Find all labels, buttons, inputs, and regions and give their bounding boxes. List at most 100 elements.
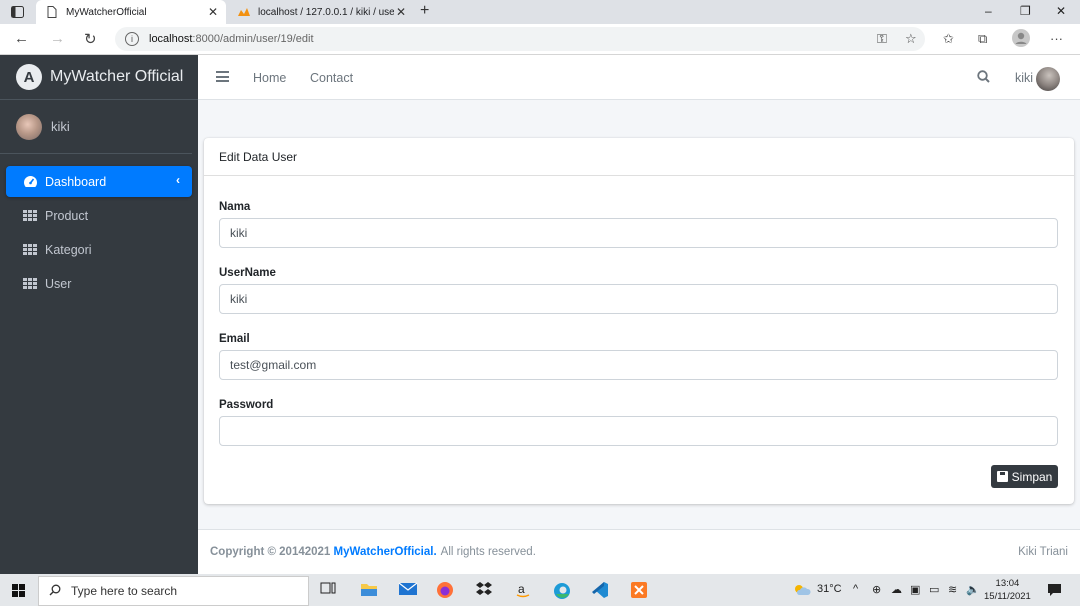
battery-icon[interactable]: ▭ [929, 583, 939, 596]
close-tab-icon[interactable]: ✕ [206, 5, 220, 19]
phpmyadmin-icon [238, 6, 250, 18]
edit-user-card: Edit Data User Nama UserName Email Passw… [204, 138, 1074, 504]
nav-link-home[interactable]: Home [253, 71, 286, 85]
email-input[interactable] [219, 350, 1058, 380]
wifi-icon[interactable]: ≋ [948, 583, 957, 596]
avatar[interactable] [1036, 67, 1060, 91]
save-button-label: Simpan [1011, 469, 1053, 484]
vscode-icon[interactable] [591, 581, 611, 599]
copyright-text: Copyright © 20142021 [210, 546, 331, 558]
sidebar-item-kategori[interactable]: Kategori [6, 234, 192, 265]
dropbox-icon[interactable] [475, 581, 495, 599]
back-icon[interactable]: ← [14, 30, 29, 47]
search-icon [49, 584, 61, 599]
display-icon[interactable]: ▣ [910, 583, 920, 596]
cloud-icon[interactable]: ☁ [891, 583, 902, 596]
file-explorer-icon[interactable] [360, 581, 380, 599]
edit-user-form: Nama UserName Email Password [204, 176, 1074, 446]
maximize-button[interactable]: ❐ [1020, 4, 1031, 18]
new-tab-button[interactable]: + [420, 2, 429, 20]
amazon-icon[interactable]: a [514, 581, 534, 599]
xampp-icon[interactable] [630, 581, 650, 599]
browser-tab[interactable]: localhost / 127.0.0.1 / kiki / user ✕ [228, 0, 414, 24]
nama-label: Nama [219, 201, 251, 213]
form-group-nama: Nama [219, 195, 1059, 248]
url-path: :8000/admin/user/19/edit [192, 33, 314, 45]
chevron-up-icon[interactable]: ^ [853, 583, 858, 595]
tray-app-icon[interactable]: ⊕ [872, 583, 881, 596]
nama-input[interactable] [219, 218, 1058, 248]
navbar-user-name[interactable]: kiki [1015, 71, 1033, 85]
sidebar-item-label: Dashboard [45, 174, 107, 189]
tab-actions-icon[interactable] [8, 4, 26, 20]
minimize-button[interactable]: – [985, 4, 992, 18]
grid-icon [22, 209, 38, 223]
sidebar-item-dashboard[interactable]: Dashboard ‹ [6, 166, 192, 197]
favorites-icon[interactable]: ✩ [943, 31, 954, 47]
username-input[interactable] [219, 284, 1058, 314]
grid-icon [22, 277, 38, 291]
taskbar-search-placeholder: Type here to search [71, 584, 178, 598]
password-input[interactable] [219, 416, 1058, 446]
save-button[interactable]: Simpan [991, 465, 1058, 488]
volume-icon[interactable]: 🔈 [966, 583, 980, 596]
content-wrapper: Edit Data User Nama UserName Email Passw… [198, 100, 1080, 529]
key-icon[interactable]: ⚿ [877, 31, 887, 47]
clock-time: 13:04 [995, 578, 1020, 589]
brand-link[interactable]: A MyWatcher Official [0, 55, 198, 100]
add-favorite-icon[interactable]: ☆ [905, 31, 917, 47]
browser-tabbar: MyWatcherOfficial ✕ localhost / 127.0.0.… [0, 0, 1080, 24]
mail-icon[interactable] [398, 581, 418, 599]
footer-author: Kiki Triani [1018, 546, 1068, 558]
menu-icon[interactable]: ··· [1050, 31, 1063, 46]
edge-icon[interactable] [552, 581, 572, 599]
collections-icon[interactable]: ⧉ [978, 31, 987, 47]
brand-logo: A [16, 64, 42, 90]
info-icon[interactable]: i [125, 32, 139, 46]
chevron-left-icon: ‹ [176, 173, 180, 187]
refresh-icon[interactable]: ↻ [84, 30, 97, 48]
address-toolbar: ← → ↻ i localhost :8000/admin/user/19/ed… [0, 24, 1080, 55]
tab-title: localhost / 127.0.0.1 / kiki / user [258, 6, 394, 18]
profile-icon[interactable] [1012, 29, 1030, 50]
taskbar-clock[interactable]: 13:04 15/11/2021 [984, 577, 1031, 603]
page-icon [46, 6, 58, 18]
taskbar: Type here to search a 31°C ^ ⊕ ☁ ▣ ▭ ≋ 🔈… [0, 574, 1080, 606]
weather-icon[interactable] [793, 583, 811, 600]
windows-start-icon[interactable] [12, 584, 25, 597]
form-group-username: UserName [219, 261, 1059, 314]
temperature-text: 31°C [817, 583, 842, 595]
form-group-email: Email [219, 327, 1059, 380]
rights-text: All rights reserved. [440, 546, 536, 558]
nav-link-contact[interactable]: Contact [310, 71, 353, 85]
hamburger-menu-icon[interactable] [216, 71, 229, 82]
sidebar-item-label: Kategori [45, 242, 92, 257]
tab-title: MyWatcherOfficial [66, 6, 147, 18]
brand-text: MyWatcher Official [50, 68, 184, 85]
email-label: Email [219, 333, 250, 345]
search-icon[interactable] [977, 70, 990, 86]
url-bar[interactable]: i localhost :8000/admin/user/19/edit [115, 27, 925, 51]
task-view-icon[interactable] [320, 581, 340, 599]
tachometer-icon [22, 175, 38, 189]
form-group-password: Password [219, 393, 1059, 446]
notifications-icon[interactable] [1047, 583, 1062, 600]
firefox-icon[interactable] [436, 581, 456, 599]
sidebar-item-product[interactable]: Product [6, 200, 192, 231]
footer: Copyright © 20142021 MyWatcherOfficial. … [198, 529, 1080, 574]
sidebar-nav: Dashboard ‹ Product Kategori User [0, 154, 198, 314]
footer-brand-link[interactable]: MyWatcherOfficial. [334, 546, 437, 558]
close-window-button[interactable]: ✕ [1056, 4, 1066, 18]
password-label: Password [219, 399, 274, 411]
svg-text:a: a [518, 582, 525, 596]
save-icon [996, 471, 1008, 482]
top-navbar: Home Contact kiki [198, 55, 1080, 100]
close-tab-icon[interactable]: ✕ [394, 5, 408, 19]
user-panel[interactable]: kiki [0, 100, 192, 154]
sidebar: A MyWatcher Official kiki Dashboard ‹ Pr… [0, 55, 198, 574]
taskbar-search[interactable]: Type here to search [38, 576, 309, 606]
forward-icon[interactable]: → [50, 30, 65, 47]
sidebar-item-user[interactable]: User [6, 268, 192, 299]
browser-tab-active[interactable]: MyWatcherOfficial ✕ [36, 0, 226, 24]
grid-icon [22, 243, 38, 257]
